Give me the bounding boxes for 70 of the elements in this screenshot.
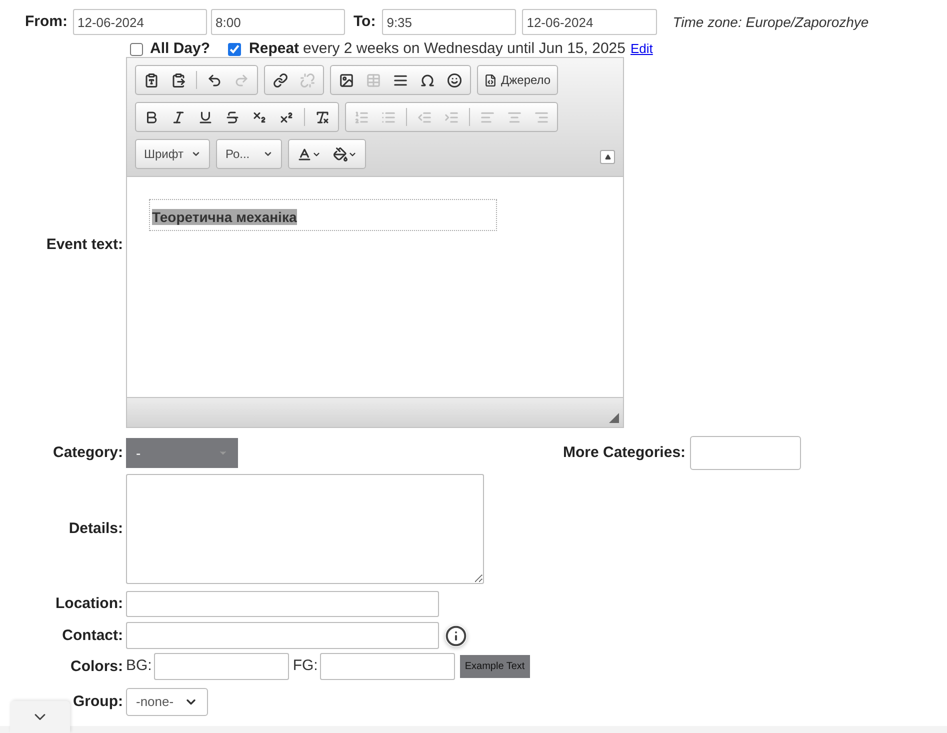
field-label: Colors: xyxy=(70,658,123,674)
color-preview: Example Text xyxy=(460,655,530,678)
align-center-icon xyxy=(507,110,522,124)
group-select[interactable]: -none- xyxy=(126,688,208,716)
editor-text: Теоретична механіка xyxy=(152,209,297,225)
source-button[interactable]: Джерело xyxy=(480,67,555,93)
link-icon xyxy=(273,72,288,88)
table-icon xyxy=(366,72,381,88)
superscript-icon xyxy=(279,110,294,124)
code-file-icon xyxy=(484,74,497,86)
text-color-icon xyxy=(297,146,312,162)
info-icon[interactable] xyxy=(445,624,467,646)
bg-color-field[interactable] xyxy=(154,653,289,680)
edit-link[interactable]: Edit xyxy=(630,39,653,59)
undo-icon xyxy=(207,72,222,88)
bold-icon xyxy=(144,110,159,124)
field-label: From: xyxy=(25,12,68,32)
subscript-icon xyxy=(252,110,267,124)
date-field[interactable]: 12-06-2024 xyxy=(72,9,206,35)
underline-icon xyxy=(198,110,213,124)
more-categories-field[interactable] xyxy=(690,436,801,470)
resize-grip-icon xyxy=(609,413,619,423)
checkbox-label: All Day? xyxy=(150,38,210,59)
checkbox-label: Repeat xyxy=(249,38,300,59)
bulleted-list-icon xyxy=(381,110,396,124)
unlink-icon xyxy=(300,72,315,88)
italic-icon xyxy=(171,110,186,124)
category-select[interactable]: - xyxy=(126,438,238,468)
date-field[interactable]: 12-06-2024 xyxy=(522,9,657,35)
repeat-summary: every 2 weeks on Wednesday until Jun 15, 2025 xyxy=(303,38,626,59)
fg-color-field[interactable] xyxy=(320,653,455,680)
field-label: Event text: xyxy=(46,236,123,253)
fg-label: FG: xyxy=(292,656,318,676)
image-icon xyxy=(339,72,354,88)
toolbar-dropdown[interactable]: Ро... xyxy=(216,139,282,169)
contact-field[interactable] xyxy=(126,622,439,649)
clipboard-icon xyxy=(171,72,186,88)
field-label: Group: xyxy=(73,693,123,710)
time-field[interactable]: 8:00 xyxy=(210,9,344,35)
field-label: More Categories: xyxy=(563,442,686,463)
details-field[interactable] xyxy=(126,474,484,584)
toolbar-dropdown[interactable]: Шрифт xyxy=(135,139,210,169)
numbered-list-icon xyxy=(354,110,369,124)
align-left-icon xyxy=(480,110,495,124)
clipboard-icon xyxy=(144,72,159,88)
align-right-icon xyxy=(534,110,549,124)
collapse-toolbar-button[interactable] xyxy=(600,150,615,164)
all-day-checkbox[interactable] xyxy=(130,42,143,56)
triangle-icon xyxy=(604,154,610,160)
lines-icon xyxy=(393,72,408,88)
smiley-icon xyxy=(447,72,462,88)
repeat-checkbox[interactable] xyxy=(228,42,242,56)
strikethrough-icon xyxy=(225,110,240,124)
field-label: Category: xyxy=(52,444,123,461)
redo-icon xyxy=(234,72,249,88)
paint-bucket-icon xyxy=(333,146,348,162)
field-label: Details: xyxy=(68,520,123,537)
field-label: Location: xyxy=(56,595,123,612)
timezone-text: Time zone: Europe/Zaporozhye xyxy=(672,12,869,32)
outdent-icon xyxy=(417,110,432,124)
location-field[interactable] xyxy=(126,591,439,617)
field-label: Contact: xyxy=(62,626,123,644)
omega-icon xyxy=(420,72,435,88)
field-label: To: xyxy=(354,12,376,32)
time-field[interactable]: 9:35 xyxy=(382,9,516,35)
caret-icon xyxy=(263,149,274,159)
clear-format-icon xyxy=(315,110,330,124)
indent-icon xyxy=(444,110,459,124)
bg-label: BG: xyxy=(126,656,152,676)
caret-icon xyxy=(191,149,202,159)
